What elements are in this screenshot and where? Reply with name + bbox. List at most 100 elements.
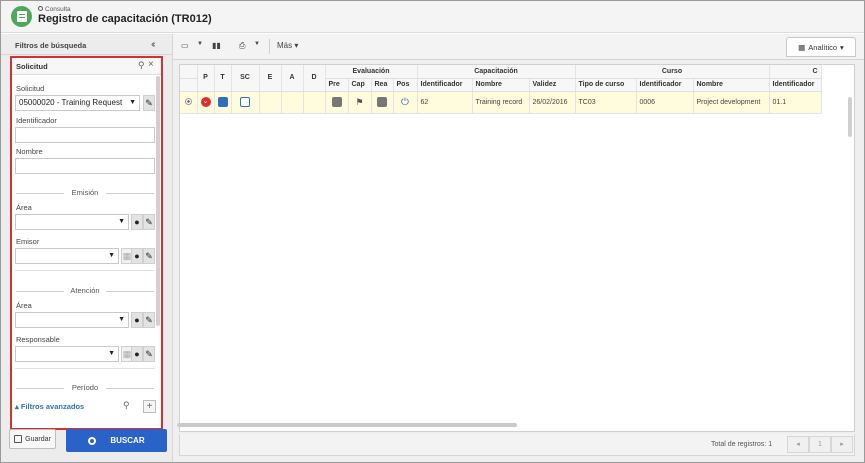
column-header[interactable]: SC xyxy=(231,65,260,92)
emisor-label: Emisor xyxy=(16,237,40,246)
column-header[interactable]: Identificador xyxy=(636,78,694,92)
area2-label: Área xyxy=(16,301,32,310)
view-mode-label: Analítico xyxy=(808,42,838,52)
search-button[interactable]: BUSCAR xyxy=(66,429,167,452)
responsable-select[interactable]: ▼ xyxy=(15,346,119,362)
column-header[interactable]: Validez xyxy=(529,78,576,92)
results-table: P T SC E A D Evaluación Capacitación Cur… xyxy=(180,65,822,114)
clear-filters-icon[interactable]: ⚲ xyxy=(138,60,145,71)
vertical-scrollbar[interactable] xyxy=(848,97,852,137)
clear-field-icon[interactable]: ✎ xyxy=(143,95,155,111)
column-header[interactable]: T xyxy=(214,65,232,92)
emisor-select[interactable]: ▼ xyxy=(15,248,119,264)
cell-cap-name: Training record xyxy=(472,91,530,114)
next-page-button[interactable]: ▸ xyxy=(831,436,853,453)
clear-field-icon[interactable]: ✎ xyxy=(143,346,155,362)
clear-field-icon[interactable]: ✎ xyxy=(143,312,155,328)
advanced-filters-label: Filtros avanzados xyxy=(20,402,85,411)
clear-field-icon[interactable]: ✎ xyxy=(143,248,155,264)
column-header[interactable]: Identificador xyxy=(769,78,822,92)
close-icon[interactable]: × xyxy=(148,59,154,70)
filters-panel-title: Filtros de búsqueda xyxy=(15,41,87,50)
save-icon xyxy=(14,435,23,443)
filters-actions: Guardar BUSCAR xyxy=(1,426,173,462)
horizontal-scrollbar[interactable] xyxy=(177,423,517,427)
application-window: Consulta Registro de capacitación (TR012… xyxy=(0,0,865,463)
search-icon xyxy=(38,6,43,11)
print-icon[interactable]: ⎙ xyxy=(239,41,245,51)
table-footer: Total de registros: 1 ◂ 1 ▸ xyxy=(179,434,855,456)
view-mode-select[interactable]: ▦ Analítico ▾ xyxy=(786,37,856,57)
filter-scrollbar[interactable] xyxy=(156,76,160,326)
save-button[interactable]: Guardar xyxy=(9,429,56,449)
identificador-label: Identificador xyxy=(16,116,57,125)
cell-validez: 26/02/2016 xyxy=(529,91,576,114)
filter-group-header: Solicitud ⚲ × xyxy=(12,58,161,75)
search-label: BUSCAR xyxy=(110,436,145,445)
group-header-c: C xyxy=(769,65,822,79)
search-filters-panel: Filtros de búsqueda ‹‹ Solicitud ⚲ × Sol… xyxy=(1,34,173,462)
emision-section-title: Emisión xyxy=(16,188,154,198)
column-header[interactable]: Pos xyxy=(393,78,418,92)
area-label: Área xyxy=(16,203,32,212)
request-filter-group: Solicitud ⚲ × Solicitud 05000020 - Train… xyxy=(10,56,163,430)
column-header[interactable]: Nombre xyxy=(472,78,530,92)
solicitud-label: Solicitud xyxy=(16,84,45,93)
area2-select[interactable]: ▼ xyxy=(15,312,129,328)
print-dropdown-icon[interactable]: ▼ xyxy=(254,41,260,47)
nombre-label: Nombre xyxy=(16,147,43,156)
area-select[interactable]: ▼ xyxy=(15,214,129,230)
prev-page-button[interactable]: ◂ xyxy=(787,436,809,453)
periodo-section-title: Período xyxy=(16,383,154,393)
clipboard-check-icon xyxy=(240,97,250,107)
user-icon[interactable]: ● xyxy=(131,214,143,230)
view-dropdown-icon[interactable]: ▼ xyxy=(197,41,203,47)
training-type-icon xyxy=(217,97,228,107)
breadcrumb[interactable]: Consulta xyxy=(38,6,71,13)
results-panel: ▭ ▼ ▮▮ ⎙ ▼ Más ▾ ▦ Analítico ▾ P T SC E … xyxy=(173,34,864,462)
cell-curso-name: Project development xyxy=(693,91,770,114)
user-icon[interactable]: ● xyxy=(131,248,143,264)
column-header[interactable]: Rea xyxy=(371,78,394,92)
advanced-filters-link[interactable]: ▴ Filtros avanzados xyxy=(15,402,84,411)
status-red-icon: ⌄ xyxy=(200,97,211,107)
chevron-down-icon: ▼ xyxy=(118,218,125,225)
filters-panel-header: Filtros de búsqueda ‹‹ xyxy=(1,34,173,55)
column-header[interactable]: Identificador xyxy=(417,78,473,92)
edit-icon xyxy=(377,97,387,107)
add-filter-button[interactable]: + xyxy=(143,400,156,413)
table-group-header-row: P T SC E A D Evaluación Capacitación Cur… xyxy=(180,65,822,92)
table-icon: ▦ xyxy=(798,42,806,52)
column-header[interactable]: Cap xyxy=(348,78,372,92)
column-header[interactable]: Pre xyxy=(325,78,349,92)
responsable-label: Responsable xyxy=(16,335,60,344)
column-header[interactable]: Tipo de curso xyxy=(575,78,637,92)
divider xyxy=(15,368,155,369)
toolbar: ▭ ▼ ▮▮ ⎙ ▼ Más ▾ ▦ Analítico ▾ xyxy=(173,34,864,60)
page-header: Consulta Registro de capacitación (TR012… xyxy=(1,1,864,33)
clear-filters-icon[interactable]: ⚲ xyxy=(123,400,130,411)
column-header[interactable]: Nombre xyxy=(693,78,770,92)
user-icon[interactable]: ● xyxy=(131,346,143,362)
column-header[interactable]: P xyxy=(197,65,215,92)
table-row[interactable]: ⌄ ⚑ ⏻ 62 Training record 26/02/2016 TC03… xyxy=(180,91,822,114)
column-header[interactable]: A xyxy=(281,65,304,92)
nombre-field[interactable] xyxy=(15,158,155,174)
row-select-radio[interactable] xyxy=(184,97,192,105)
solicitud-select[interactable]: 05000020 - Training Request ▼ xyxy=(15,95,140,111)
column-header[interactable]: E xyxy=(259,65,282,92)
chevron-down-icon: ▼ xyxy=(118,316,125,323)
group-header-capacitacion: Capacitación xyxy=(417,65,576,79)
page-number[interactable]: 1 xyxy=(809,436,831,453)
identificador-field[interactable] xyxy=(15,127,155,143)
chevron-down-icon: ▼ xyxy=(108,350,115,357)
column-header[interactable]: D xyxy=(303,65,326,92)
view-icon[interactable]: ▭ xyxy=(181,41,189,50)
user-icon[interactable]: ● xyxy=(131,312,143,328)
cell-curso-id: 0006 xyxy=(636,91,694,114)
chart-icon[interactable]: ▮▮ xyxy=(212,41,221,50)
collapse-panel-icon[interactable]: ‹‹ xyxy=(151,39,155,50)
clear-field-icon[interactable]: ✎ xyxy=(143,214,155,230)
more-menu[interactable]: Más ▾ xyxy=(277,41,298,50)
chevron-down-icon: ▼ xyxy=(108,252,115,259)
